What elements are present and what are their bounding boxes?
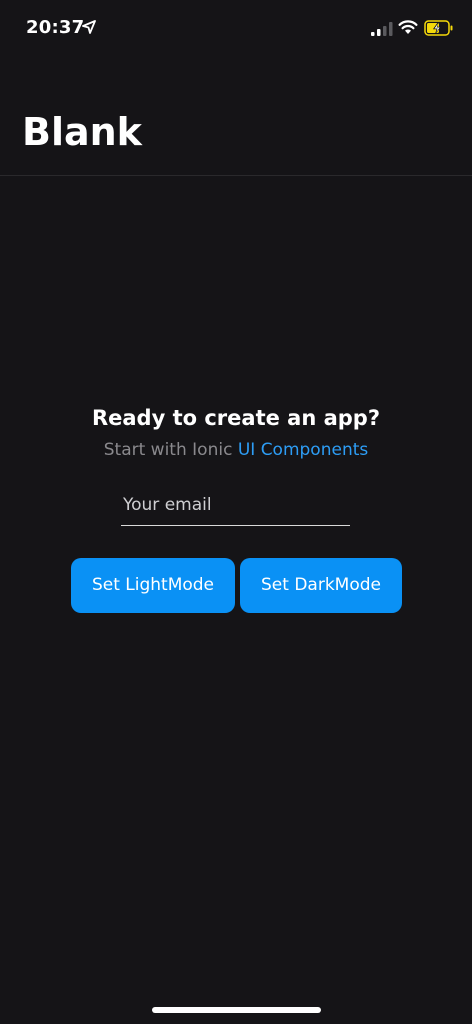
cellular-signal-icon bbox=[371, 22, 393, 36]
location-arrow-icon bbox=[82, 20, 96, 34]
status-time: 20:37 bbox=[26, 17, 85, 38]
set-lightmode-button[interactable]: Set LightMode bbox=[71, 558, 235, 613]
status-bar: 20:37 bbox=[0, 0, 472, 60]
subline-text: Start with Ionic bbox=[103, 440, 238, 460]
header-toolbar: Blank bbox=[0, 60, 472, 176]
battery-charging-icon bbox=[424, 20, 453, 36]
page-title: Blank bbox=[22, 110, 142, 154]
headline: Ready to create an app? bbox=[91, 406, 381, 430]
home-indicator[interactable] bbox=[152, 1007, 321, 1013]
set-darkmode-button[interactable]: Set DarkMode bbox=[240, 558, 402, 613]
ui-components-link[interactable]: UI Components bbox=[238, 440, 368, 460]
wifi-icon bbox=[398, 20, 418, 34]
subline: Start with Ionic UI Components bbox=[0, 440, 472, 460]
email-field[interactable] bbox=[121, 484, 350, 526]
main-content: Ready to create an app? Start with Ionic… bbox=[0, 176, 472, 976]
